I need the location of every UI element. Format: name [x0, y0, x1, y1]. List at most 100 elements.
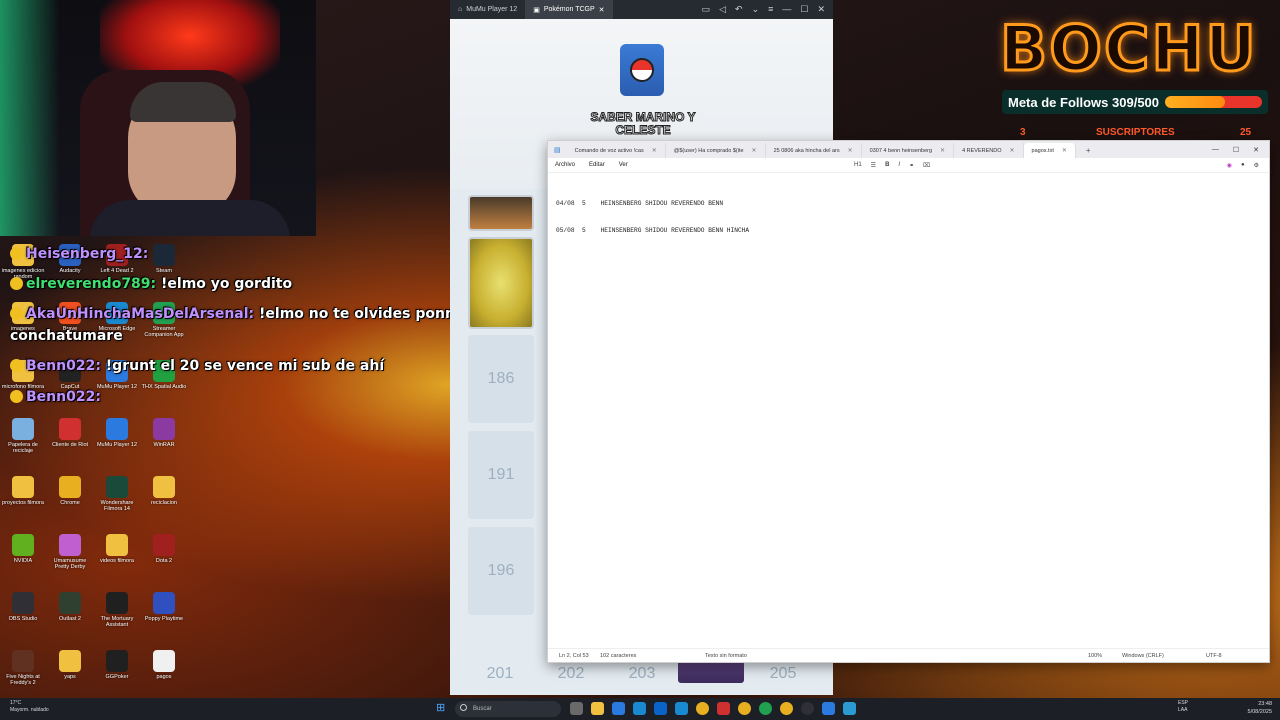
- system-clock[interactable]: 23:48 5/08/2025: [1248, 700, 1272, 716]
- desktop-icon[interactable]: pagos: [141, 650, 187, 680]
- notepad-tabbar: ▤ Comando de voz activo !cas ✕ @$(user) Ha…: [548, 141, 1269, 158]
- notepad-tab[interactable]: @$(user) Ha comprado $(ite ✕: [666, 143, 766, 158]
- search-input[interactable]: Buscar: [455, 701, 561, 717]
- notepad-tab[interactable]: 0307 4 benn heinsenberg ✕: [862, 143, 955, 158]
- rotate-icon[interactable]: ↶: [735, 4, 743, 15]
- chrome-icon[interactable]: [738, 702, 751, 715]
- maximize-icon[interactable]: ☐: [1233, 146, 1239, 154]
- desktop-icon[interactable]: MuMu Player 12: [94, 418, 140, 448]
- copilot-icon[interactable]: ◉: [1227, 162, 1232, 169]
- menu-icon[interactable]: ≡: [768, 4, 773, 15]
- italic-icon[interactable]: I: [898, 162, 900, 169]
- close-tab-icon[interactable]: ✕: [1010, 147, 1015, 154]
- card-thumbnail[interactable]: [468, 195, 534, 231]
- notepad-tab[interactable]: Comando de voz activo !cas ✕: [567, 143, 666, 158]
- heading-dropdown[interactable]: H1: [854, 162, 862, 169]
- follow-goal-bar: [1165, 96, 1262, 108]
- ggpoker-icon: [106, 650, 128, 672]
- desktop-icon[interactable]: reciclacion: [141, 476, 187, 506]
- card-slot-number: 186: [487, 370, 515, 387]
- maximize-icon[interactable]: ☐: [800, 4, 808, 15]
- close-tab-icon[interactable]: ✕: [599, 6, 605, 14]
- close-tab-icon[interactable]: ✕: [1062, 147, 1067, 154]
- chrome-icon[interactable]: [780, 702, 793, 715]
- notepad-tab[interactable]: pagos.txt ✕: [1023, 143, 1076, 158]
- task-view-icon[interactable]: [570, 702, 583, 715]
- desktop-icon[interactable]: NVIDIA: [0, 534, 46, 564]
- notepad-tab[interactable]: 4 REVERENDO ✕: [954, 143, 1024, 158]
- outlook-icon[interactable]: [654, 702, 667, 715]
- menu-editar[interactable]: Editar: [589, 162, 605, 168]
- status-encoding[interactable]: UTF-8: [1206, 653, 1222, 659]
- tab-mumu-player[interactable]: ⌂ MuMu Player 12: [450, 0, 525, 19]
- desktop-icon[interactable]: The Mortuary Assistant: [94, 592, 140, 628]
- desktop-icon[interactable]: videos filmora: [94, 534, 140, 564]
- close-tab-icon[interactable]: ✕: [752, 147, 757, 154]
- mute-icon[interactable]: ◁: [719, 4, 726, 15]
- windows-start-icon[interactable]: ⊞: [436, 702, 448, 714]
- desktop-icon[interactable]: Wondershare Filmora 14: [94, 476, 140, 512]
- desktop-icon[interactable]: WinRAR: [141, 418, 187, 448]
- minimize-icon[interactable]: —: [1212, 146, 1219, 153]
- list-icon[interactable]: ☰: [871, 162, 876, 169]
- desktop-icon[interactable]: Umamusume Pretty Derby: [47, 534, 93, 570]
- chrome-icon[interactable]: [696, 702, 709, 715]
- desktop-icon[interactable]: Outlast 2: [47, 592, 93, 622]
- settings-icon[interactable]: ⚙: [1254, 162, 1259, 169]
- edge-icon[interactable]: [633, 702, 646, 715]
- desktop-icon[interactable]: proyectos filmora: [0, 476, 46, 506]
- card-slot[interactable]: 191: [468, 431, 534, 519]
- close-tab-icon[interactable]: ✕: [940, 147, 945, 154]
- edge-icon[interactable]: [675, 702, 688, 715]
- desktop-icon[interactable]: Poppy Playtime: [141, 592, 187, 622]
- desktop-icon[interactable]: GGPoker: [94, 650, 140, 680]
- status-eol[interactable]: Windows (CRLF): [1122, 653, 1164, 659]
- menu-ver[interactable]: Ver: [619, 162, 628, 168]
- notepad-tab[interactable]: 25 0806 aka hincha del ars ✕: [766, 143, 862, 158]
- menu-archivo[interactable]: Archivo: [555, 162, 575, 168]
- card-thumbnail[interactable]: [468, 237, 534, 329]
- tab-pokemon-tcgp[interactable]: ▣ Pokémon TCGP ✕: [525, 0, 613, 19]
- desktop-icon[interactable]: Dota 2: [141, 534, 187, 564]
- close-icon[interactable]: ✕: [817, 4, 825, 15]
- card-pack[interactable]: [620, 44, 664, 96]
- card-slot-number: 205: [769, 665, 797, 682]
- desktop-icon[interactable]: Five Nights at Freddy's 2: [0, 650, 46, 686]
- status-format: Texto sin formato: [705, 652, 747, 659]
- notepad-text-area[interactable]: 04/08 5 HEINSENBERG SHIDOU REVERENDO BEN…: [548, 173, 1269, 261]
- avatar[interactable]: ●: [1241, 162, 1245, 169]
- chevron-down-icon[interactable]: ⌄: [752, 4, 760, 15]
- card-slot-number: 201: [486, 665, 514, 682]
- clear-format-icon[interactable]: ⌧: [923, 162, 930, 169]
- minimize-icon[interactable]: —: [782, 4, 791, 15]
- desktop-icon[interactable]: yaps: [47, 650, 93, 680]
- mumu-icon[interactable]: [822, 702, 835, 715]
- language-indicator[interactable]: ESP LAA: [1178, 700, 1188, 714]
- app-icon[interactable]: [612, 702, 625, 715]
- screen-icon[interactable]: ▭: [702, 4, 711, 15]
- xbox-icon[interactable]: [759, 702, 772, 715]
- riot-icon[interactable]: [717, 702, 730, 715]
- close-tab-icon[interactable]: ✕: [848, 147, 853, 154]
- obs-icon[interactable]: [801, 702, 814, 715]
- notepad-tab-label: 0307 4 benn heinsenberg: [869, 147, 933, 154]
- card-slot[interactable]: 186: [468, 335, 534, 423]
- desktop-icon-label: Poppy Playtime: [144, 616, 184, 622]
- sub-badge-icon: [10, 307, 23, 320]
- desktop-icon[interactable]: OBS Studio: [0, 592, 46, 622]
- link-icon[interactable]: ⚭: [909, 162, 914, 169]
- card-slot[interactable]: 196: [468, 527, 534, 615]
- new-tab-icon[interactable]: +: [1076, 143, 1101, 158]
- bold-icon[interactable]: B: [885, 162, 889, 169]
- file-explorer-icon[interactable]: [591, 702, 604, 715]
- close-icon[interactable]: ✕: [1253, 146, 1259, 154]
- close-tab-icon[interactable]: ✕: [652, 147, 657, 154]
- notepad-icon[interactable]: [843, 702, 856, 715]
- weather-widget[interactable]: 17°C Mayorm. nublado: [10, 700, 49, 714]
- dota-icon: [153, 534, 175, 556]
- status-zoom[interactable]: 100%: [1088, 653, 1102, 659]
- desktop-icon[interactable]: Cliente de Riot: [47, 418, 93, 448]
- desktop-icon[interactable]: Papelera de reciclaje: [0, 418, 46, 454]
- desktop-icon-label: Cliente de Riot: [51, 442, 89, 448]
- desktop-icon[interactable]: Chrome: [47, 476, 93, 506]
